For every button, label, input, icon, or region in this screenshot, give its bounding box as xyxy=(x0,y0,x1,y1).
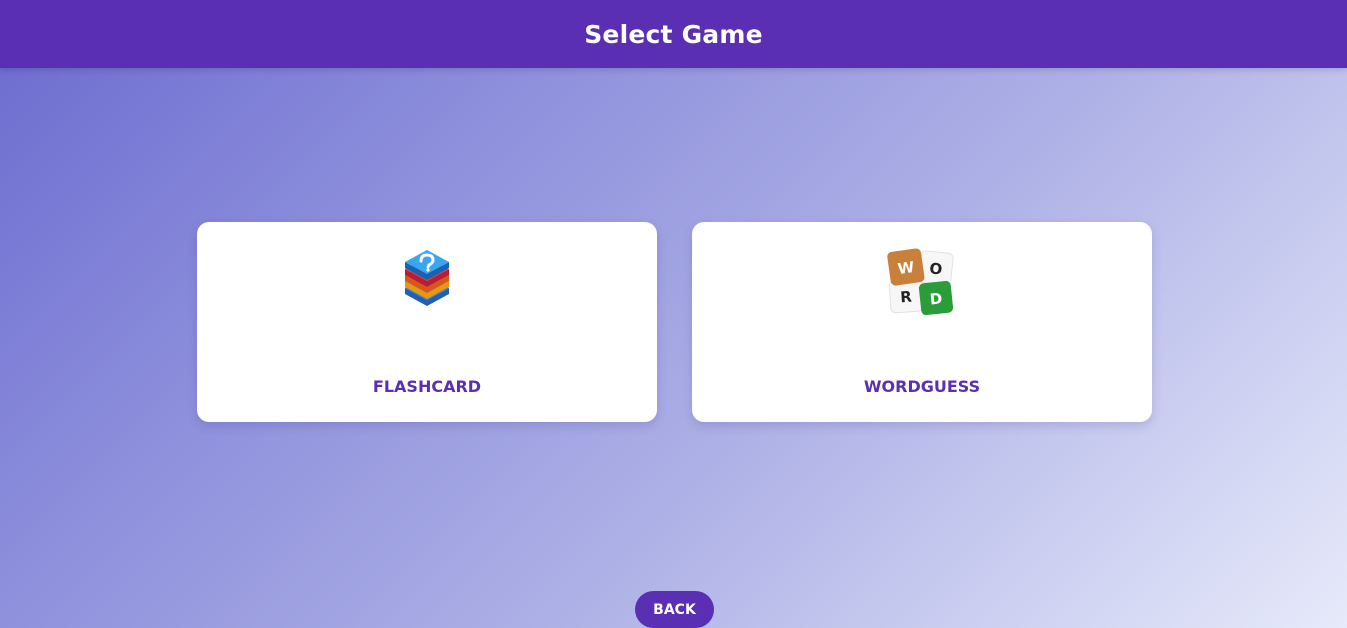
tile-letter-d: D xyxy=(929,289,943,308)
game-label-flashcard: FLASHCARD xyxy=(372,377,482,396)
back-button[interactable]: BACK xyxy=(635,591,714,628)
game-card-flashcard[interactable]: FLASHCARD xyxy=(197,222,657,422)
tile-letter-o: O xyxy=(929,259,944,278)
tile-letter-r: R xyxy=(900,288,913,307)
page-title: Select Game xyxy=(584,19,763,49)
game-label-wordguess: WORDGUESS xyxy=(863,377,981,396)
stacked-cards-icon xyxy=(197,244,657,339)
game-card-wordguess[interactable]: O R D W WORDGUESS xyxy=(692,222,1152,422)
word-tiles-icon: O R D W xyxy=(692,244,1152,339)
tile-letter-w: W xyxy=(897,258,916,278)
page-header: Select Game xyxy=(0,0,1347,68)
